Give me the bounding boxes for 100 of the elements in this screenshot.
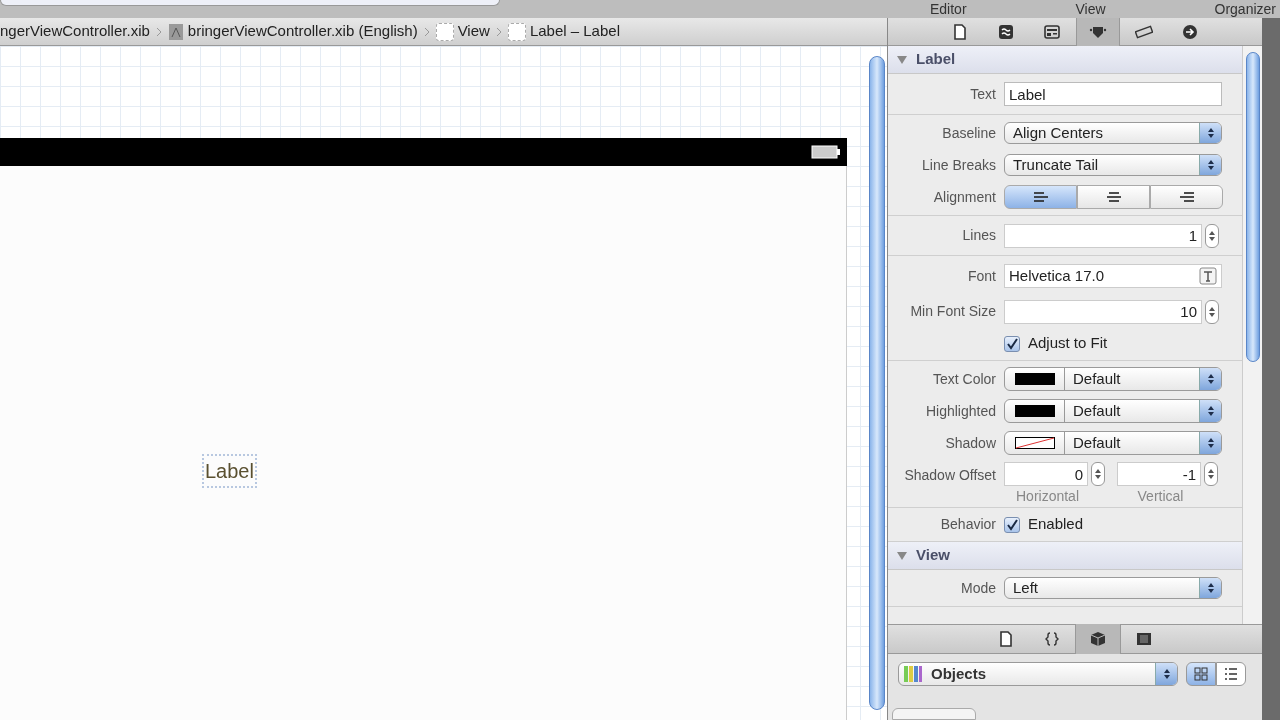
breadcrumb-item[interactable]: ngerViewController.xib xyxy=(0,20,150,43)
checkbox[interactable] xyxy=(1004,335,1020,352)
library-icon xyxy=(903,665,923,683)
popup-button[interactable]: Truncate Tail xyxy=(1004,154,1222,176)
disclosure-triangle-icon xyxy=(896,550,908,561)
field-label: Font xyxy=(967,266,997,286)
grid-icon xyxy=(1194,667,1208,681)
toolbar-label: Editor xyxy=(930,1,967,17)
view-icon xyxy=(435,22,454,41)
section-title: Label xyxy=(916,49,956,70)
field-label: Shadow Offset xyxy=(903,466,997,485)
alignment-segment[interactable] xyxy=(1150,185,1223,209)
field-label: Line Breaks xyxy=(921,155,997,175)
arrow-circle-icon xyxy=(1181,22,1199,41)
field-label: Text xyxy=(969,84,997,104)
document-icon xyxy=(951,22,969,41)
up-down-arrows-icon xyxy=(1206,405,1215,417)
breadcrumb-item[interactable]: Label – Label xyxy=(529,20,620,43)
up-down-arrows-icon xyxy=(1094,468,1102,480)
up-down-arrows-icon xyxy=(1206,373,1215,385)
color-value: Default xyxy=(1072,432,1122,453)
up-down-arrows-icon xyxy=(1208,305,1216,318)
align-left-icon xyxy=(1031,191,1050,203)
scroll-bar[interactable] xyxy=(869,56,885,710)
alignment-segment[interactable] xyxy=(1077,185,1150,209)
no-color-swatch xyxy=(1014,437,1055,449)
view-mode-button[interactable] xyxy=(1186,662,1216,686)
section-header[interactable]: View xyxy=(888,542,1242,570)
document-icon xyxy=(167,22,184,41)
field-label: Lines xyxy=(961,226,997,245)
color-swatch xyxy=(1014,373,1055,385)
checkbox-label: Enabled xyxy=(1028,514,1084,535)
field-label: Mode xyxy=(959,578,997,598)
up-down-arrows-icon xyxy=(1206,582,1215,594)
color-value: Default xyxy=(1072,368,1122,389)
film-icon xyxy=(1135,630,1153,648)
section-title: View xyxy=(916,545,950,566)
stepper[interactable] xyxy=(1204,462,1218,486)
checkmark-icon xyxy=(1006,518,1018,531)
breadcrumb-item[interactable]: bringerViewController.xib (English) xyxy=(187,20,418,43)
stepper[interactable] xyxy=(1205,223,1219,248)
color-swatch xyxy=(1014,405,1055,417)
document-icon xyxy=(997,630,1015,648)
up-down-arrows-icon xyxy=(1208,229,1216,242)
breadcrumb-item[interactable]: View xyxy=(457,20,490,43)
alignment-segment[interactable] xyxy=(1004,185,1077,209)
align-center-icon xyxy=(1104,191,1123,203)
text-field[interactable]: Label xyxy=(1004,82,1222,106)
list-icon xyxy=(1224,667,1238,681)
checkmark-icon xyxy=(1006,337,1018,350)
font-picker-icon xyxy=(1199,267,1217,285)
cube-icon xyxy=(1089,630,1107,648)
toolbar-label: View xyxy=(1075,1,1106,17)
chevron-icon xyxy=(495,26,502,37)
number-field[interactable]: -1 xyxy=(1117,462,1201,486)
view-icon xyxy=(507,22,526,41)
field-label: Shadow xyxy=(944,433,997,453)
view-mode-button[interactable] xyxy=(1216,662,1246,686)
disclosure-triangle-icon xyxy=(896,54,908,65)
chevron-icon xyxy=(423,26,430,37)
inspector-tab[interactable] xyxy=(1076,17,1120,46)
label-element[interactable]: Label xyxy=(204,456,255,486)
color-popup[interactable]: Default xyxy=(1004,399,1222,423)
card-icon xyxy=(1043,22,1061,41)
field-caption: Horizontal xyxy=(1016,487,1079,506)
field-label: Baseline xyxy=(941,123,997,143)
checkbox-label: Adjust to Fit xyxy=(1028,333,1108,354)
stepper[interactable] xyxy=(1205,299,1219,324)
stepper[interactable] xyxy=(1091,462,1105,486)
font-value: Helvetica 17.0 xyxy=(1009,265,1106,286)
align-right-icon xyxy=(1177,191,1196,203)
font-field[interactable]: Helvetica 17.0 xyxy=(1004,264,1222,288)
field-caption: Vertical xyxy=(1137,487,1184,506)
chevron-icon xyxy=(155,26,162,37)
battery-icon xyxy=(811,145,841,159)
scroll-bar[interactable] xyxy=(1245,52,1260,362)
up-down-arrows-icon xyxy=(1206,159,1215,171)
library-popup[interactable]: Objects xyxy=(898,662,1178,686)
color-value: Default xyxy=(1072,400,1122,421)
number-field[interactable]: 0 xyxy=(1004,462,1088,486)
section-header[interactable]: Label xyxy=(888,46,1242,74)
number-field[interactable]: 10 xyxy=(1004,299,1202,324)
popup-button[interactable]: Align Centers xyxy=(1004,122,1222,144)
field-label: Alignment xyxy=(932,187,997,207)
up-down-arrows-icon xyxy=(1162,668,1171,680)
toolbar-label: Organizer xyxy=(1214,1,1276,17)
up-down-arrows-icon xyxy=(1207,468,1215,480)
field-label: Highlighted xyxy=(924,401,997,421)
field-label: Min Font Size xyxy=(909,302,997,321)
color-popup[interactable]: Default xyxy=(1004,367,1222,391)
number-field[interactable]: 1 xyxy=(1004,223,1202,248)
color-popup[interactable]: Default xyxy=(1004,431,1222,455)
up-down-arrows-icon xyxy=(1206,127,1215,139)
wave-icon xyxy=(997,22,1015,41)
popup-button[interactable]: Left xyxy=(1004,577,1222,599)
up-down-arrows-icon xyxy=(1206,437,1215,449)
library-item-tile[interactable] xyxy=(892,708,976,720)
checkbox[interactable] xyxy=(1004,516,1020,533)
library-tab[interactable] xyxy=(1075,624,1121,654)
field-label: Behavior xyxy=(939,515,997,534)
